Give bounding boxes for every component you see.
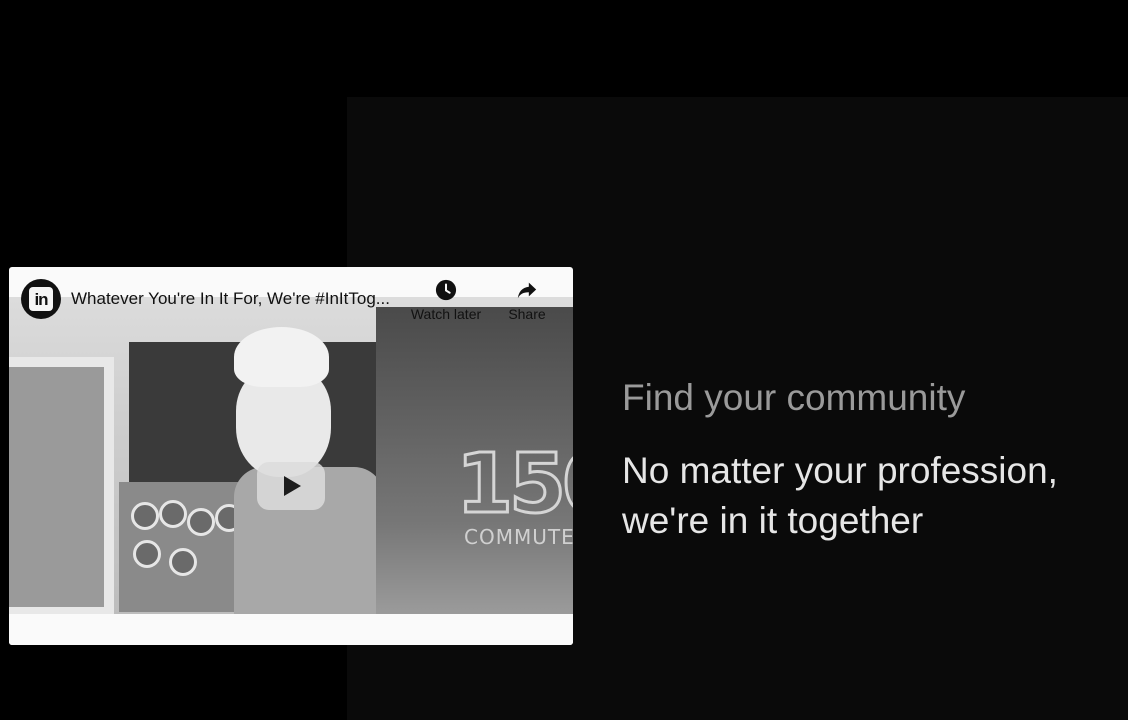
video-embed[interactable]: 150 COMMUTE in Whatever You're In It For… [9,267,573,645]
play-icon [284,476,301,496]
share-arrow-icon [517,282,537,299]
thumbnail-sign-number: 150 [454,436,573,534]
thumbnail-sign: 150 COMMUTE [376,307,573,614]
dial [133,540,161,568]
share-button[interactable]: Share [504,279,550,322]
page: 150 COMMUTE in Whatever You're In It For… [0,0,1128,720]
linkedin-icon: in [29,287,53,311]
promo-subheading: No matter your profession, we're in it t… [622,446,1102,546]
play-button[interactable] [257,462,325,510]
dial [159,500,187,528]
promo-heading: Find your community [622,377,966,418]
watch-later-label: Watch later [410,306,482,322]
promo-subheading-line: we're in it together [622,500,924,541]
video-title[interactable]: Whatever You're In It For, We're #InItTo… [71,289,406,309]
video-bottom-bar [9,614,573,645]
dial [169,548,197,576]
promo-subheading-line: No matter your profession, [622,450,1058,491]
clock-icon [435,279,457,301]
thumbnail-door [9,357,114,614]
video-thumbnail[interactable]: 150 COMMUTE [9,297,573,614]
channel-avatar[interactable]: in [21,279,61,319]
thumbnail-sign-text: COMMUTE [464,525,573,549]
dial [187,508,215,536]
share-label: Share [508,306,546,322]
dial [131,502,159,530]
watch-later-button[interactable]: Watch later [407,279,485,322]
person-hair [234,327,329,387]
